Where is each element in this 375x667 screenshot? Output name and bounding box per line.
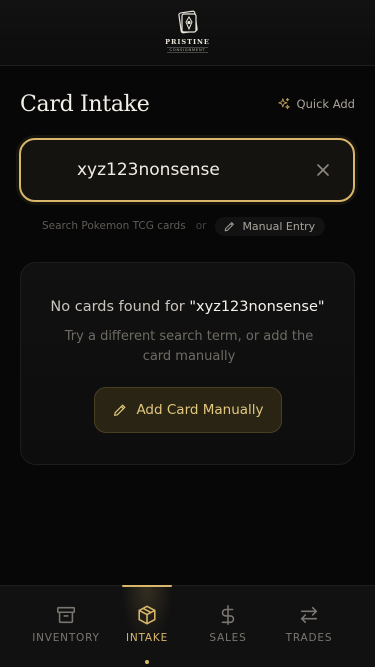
pristine-logo-icon [177, 10, 198, 34]
quick-add-label: Quick Add [296, 97, 355, 111]
swap-arrows-icon [300, 606, 318, 624]
pencil-icon [114, 404, 126, 416]
empty-title-query: "xyz123nonsense" [189, 299, 325, 315]
nav-item-intake[interactable]: INTAKE [107, 586, 187, 667]
manual-entry-label: Manual Entry [242, 219, 316, 233]
search-hint-row: Search Pokemon TCG cards or Manual Entry [42, 215, 326, 237]
manual-entry-button[interactable]: Manual Entry [215, 216, 326, 236]
archive-box-icon [56, 606, 76, 624]
empty-title-prefix: No cards found for [50, 299, 190, 315]
add-card-manually-label: Add Card Manually [136, 402, 264, 418]
brand-subtitle: CONSIGNMENT [166, 47, 209, 53]
package-icon [138, 605, 156, 625]
empty-results-title: No cards found for "xyz123nonsense" [21, 299, 354, 315]
nav-item-sales[interactable]: SALES [188, 586, 268, 667]
nav-label-sales: SALES [209, 632, 247, 644]
empty-results-card: No cards found for "xyz123nonsense" Try … [20, 262, 355, 465]
nav-label-intake: INTAKE [125, 632, 169, 644]
add-card-manually-button[interactable]: Add Card Manually [94, 387, 282, 433]
clear-search-button[interactable] [313, 160, 333, 180]
search-hint-text: Search Pokemon TCG cards [42, 220, 186, 232]
or-separator: or [195, 220, 207, 232]
active-tab-indicator [122, 585, 172, 587]
bottom-nav: INVENTORY INTAKE SALES TRADES [0, 585, 375, 667]
empty-results-subtitle: Try a different search term, or add the … [64, 329, 314, 364]
brand-name: PRISTINE [165, 38, 210, 46]
sparkles-icon [277, 97, 290, 110]
nav-item-trades[interactable]: TRADES [269, 586, 349, 667]
nav-label-inventory: INVENTORY [32, 632, 100, 644]
card-search-box [19, 138, 355, 202]
active-tab-dot [145, 660, 149, 664]
dollar-icon [221, 605, 235, 625]
search-input[interactable] [77, 140, 297, 200]
close-icon [317, 164, 329, 176]
nav-item-inventory[interactable]: INVENTORY [26, 586, 106, 667]
pencil-icon [225, 221, 235, 231]
quick-add-button[interactable]: Quick Add [277, 97, 355, 111]
page-title: Card Intake [20, 92, 150, 117]
app-header: PRISTINE CONSIGNMENT [0, 0, 375, 66]
nav-label-trades: TRADES [285, 632, 333, 644]
